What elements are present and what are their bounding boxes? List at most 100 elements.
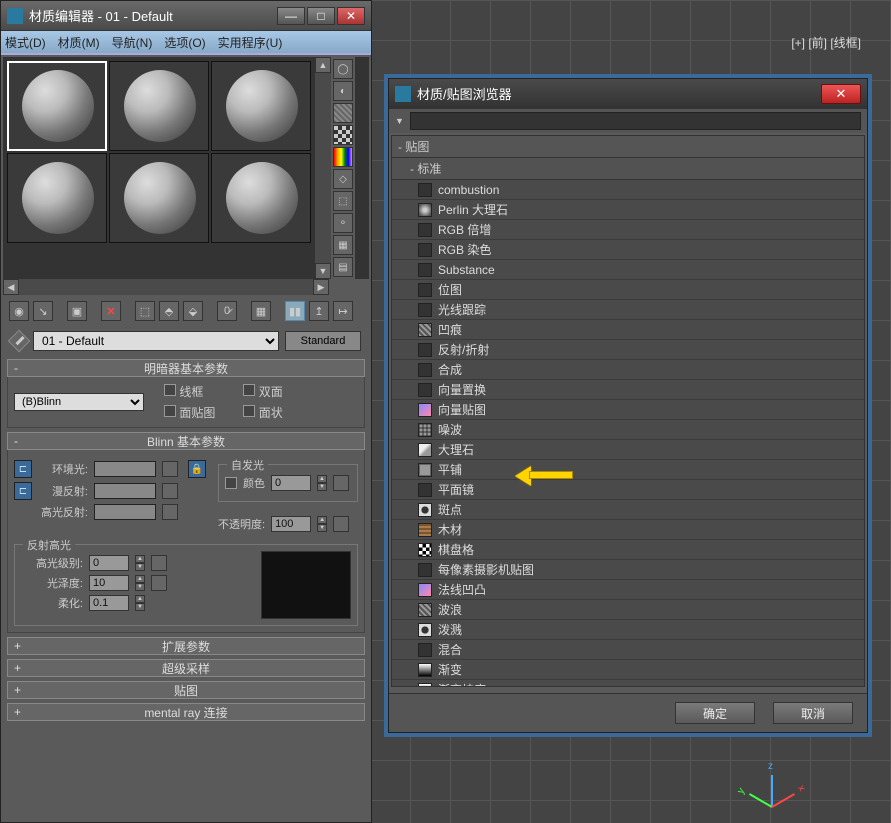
close-button[interactable]: ✕ <box>337 7 365 25</box>
rollout-blinn-basic[interactable]: -Blinn 基本参数 <box>7 432 365 450</box>
maximize-button[interactable]: □ <box>307 7 335 25</box>
make-copy-icon[interactable]: ⬚ <box>135 301 155 321</box>
map-tree[interactable]: - 贴图 - 标准 combustionPerlin 大理石RGB 倍增RGB … <box>391 135 865 687</box>
minimize-button[interactable]: — <box>277 7 305 25</box>
video-check-icon[interactable]: ◇ <box>333 169 353 189</box>
twosided-checkbox[interactable] <box>243 384 255 396</box>
material-name-select[interactable]: 01 - Default <box>33 331 279 351</box>
go-forward-icon[interactable]: ↦ <box>333 301 353 321</box>
sample-slot-5[interactable] <box>109 153 209 243</box>
map-item-0[interactable]: combustion <box>392 180 864 200</box>
sample-slot-6[interactable] <box>211 153 311 243</box>
specular-swatch[interactable] <box>94 504 156 520</box>
sample-slot-1[interactable] <box>7 61 107 151</box>
sample-uv-icon[interactable] <box>333 147 353 167</box>
gloss-spinner[interactable]: 10 <box>89 575 129 591</box>
menu-material[interactable]: 材质(M) <box>58 34 100 51</box>
sample-scrollbar-v[interactable]: ▲▼ <box>315 57 331 279</box>
shader-combo[interactable]: (B)Blinn <box>14 393 144 411</box>
specular-map-button[interactable] <box>162 504 178 520</box>
show-end-result-icon[interactable]: ▮▮ <box>285 301 305 321</box>
opacity-map-button[interactable] <box>333 516 349 532</box>
map-item-12[interactable]: 噪波 <box>392 420 864 440</box>
ok-button[interactable]: 确定 <box>675 702 755 724</box>
menu-mode[interactable]: 模式(D) <box>5 34 46 51</box>
map-item-15[interactable]: 平面镜 <box>392 480 864 500</box>
rollout-mentalray[interactable]: +mental ray 连接 <box>7 703 365 721</box>
gloss-map-button[interactable] <box>151 575 167 591</box>
select-by-mat-icon[interactable]: ▦ <box>333 235 353 255</box>
map-item-18[interactable]: 棋盘格 <box>392 540 864 560</box>
material-type-button[interactable]: Standard <box>285 331 361 351</box>
opacity-spinner[interactable]: 100 <box>271 516 311 532</box>
map-item-11[interactable]: 向量贴图 <box>392 400 864 420</box>
map-item-14[interactable]: 平铺 <box>392 460 864 480</box>
soften-spinner[interactable]: 0.1 <box>89 595 129 611</box>
material-id-icon[interactable]: 0̷ <box>217 301 237 321</box>
selfillum-map-button[interactable] <box>333 475 349 491</box>
map-item-5[interactable]: 位图 <box>392 280 864 300</box>
browser-options-icon[interactable]: ▼ <box>395 116 404 126</box>
assign-to-selection-icon[interactable]: ▣ <box>67 301 87 321</box>
spec-level-map-button[interactable] <box>151 555 167 571</box>
backlight-icon[interactable]: ◐ <box>333 81 353 101</box>
selfillum-spinner[interactable]: 0 <box>271 475 311 491</box>
browser-search-input[interactable] <box>410 112 861 130</box>
map-item-24[interactable]: 渐变 <box>392 660 864 680</box>
go-to-parent-icon[interactable]: ↥ <box>309 301 329 321</box>
map-item-9[interactable]: 合成 <box>392 360 864 380</box>
facemap-checkbox[interactable] <box>164 405 176 417</box>
map-item-10[interactable]: 向量置换 <box>392 380 864 400</box>
make-unique-icon[interactable]: ⬘ <box>159 301 179 321</box>
options-icon[interactable]: ⚬ <box>333 213 353 233</box>
faceted-checkbox[interactable] <box>243 405 255 417</box>
rollout-maps[interactable]: +贴图 <box>7 681 365 699</box>
sample-slot-3[interactable] <box>211 61 311 151</box>
map-item-19[interactable]: 每像素摄影机贴图 <box>392 560 864 580</box>
diffuse-map-button[interactable] <box>162 483 178 499</box>
map-item-21[interactable]: 波浪 <box>392 600 864 620</box>
pick-material-icon[interactable] <box>8 330 31 353</box>
map-item-22[interactable]: 泼溅 <box>392 620 864 640</box>
browser-close-button[interactable]: ✕ <box>821 84 861 104</box>
reset-map-icon[interactable]: ✕ <box>101 301 121 321</box>
menu-utilities[interactable]: 实用程序(U) <box>218 34 283 51</box>
ambient-map-button[interactable] <box>162 461 178 477</box>
map-item-3[interactable]: RGB 染色 <box>392 240 864 260</box>
material-map-nav-icon[interactable]: ▤ <box>333 257 353 277</box>
map-item-4[interactable]: Substance <box>392 260 864 280</box>
browser-titlebar[interactable]: 材质/贴图浏览器 ✕ <box>389 79 867 109</box>
tree-group-standard[interactable]: - 标准 <box>392 158 864 180</box>
rollout-supersample[interactable]: +超级采样 <box>7 659 365 677</box>
spec-level-spinner[interactable]: 0 <box>89 555 129 571</box>
make-preview-icon[interactable]: ⬚ <box>333 191 353 211</box>
rollout-extended[interactable]: +扩展参数 <box>7 637 365 655</box>
sample-type-icon[interactable]: ◯ <box>333 59 353 79</box>
ambient-swatch[interactable] <box>94 461 156 477</box>
diffuse-lock-icon[interactable]: ⊏ <box>14 482 32 500</box>
material-editor-titlebar[interactable]: 材质编辑器 - 01 - Default — □ ✕ <box>1 1 371 31</box>
wire-checkbox[interactable] <box>164 384 176 396</box>
map-item-1[interactable]: Perlin 大理石 <box>392 200 864 220</box>
menu-navigate[interactable]: 导航(N) <box>112 34 153 51</box>
sample-scrollbar-h[interactable]: ◀▶ <box>3 279 329 295</box>
background-icon[interactable] <box>333 103 353 123</box>
map-item-8[interactable]: 反射/折射 <box>392 340 864 360</box>
selfillum-color-checkbox[interactable] <box>225 477 237 489</box>
map-item-17[interactable]: 木材 <box>392 520 864 540</box>
sample-slot-4[interactable] <box>7 153 107 243</box>
map-item-20[interactable]: 法线凹凸 <box>392 580 864 600</box>
ambient-lock-icon[interactable]: ⊏ <box>14 460 32 478</box>
put-to-library-icon[interactable]: ⬙ <box>183 301 203 321</box>
map-item-16[interactable]: 斑点 <box>392 500 864 520</box>
ambient-diffuse-lock-icon[interactable]: 🔒 <box>188 460 206 478</box>
map-item-25[interactable]: 渐变坡度 <box>392 680 864 687</box>
tree-group-maps[interactable]: - 贴图 <box>392 136 864 158</box>
map-item-13[interactable]: 大理石 <box>392 440 864 460</box>
show-map-icon[interactable]: ▦ <box>251 301 271 321</box>
map-item-23[interactable]: 混合 <box>392 640 864 660</box>
rollout-shader-basic[interactable]: -明暗器基本参数 <box>7 359 365 377</box>
get-material-icon[interactable]: ◉ <box>9 301 29 321</box>
viewport-label[interactable]: [+] [前] [线框] <box>791 34 861 51</box>
diffuse-swatch[interactable] <box>94 483 156 499</box>
